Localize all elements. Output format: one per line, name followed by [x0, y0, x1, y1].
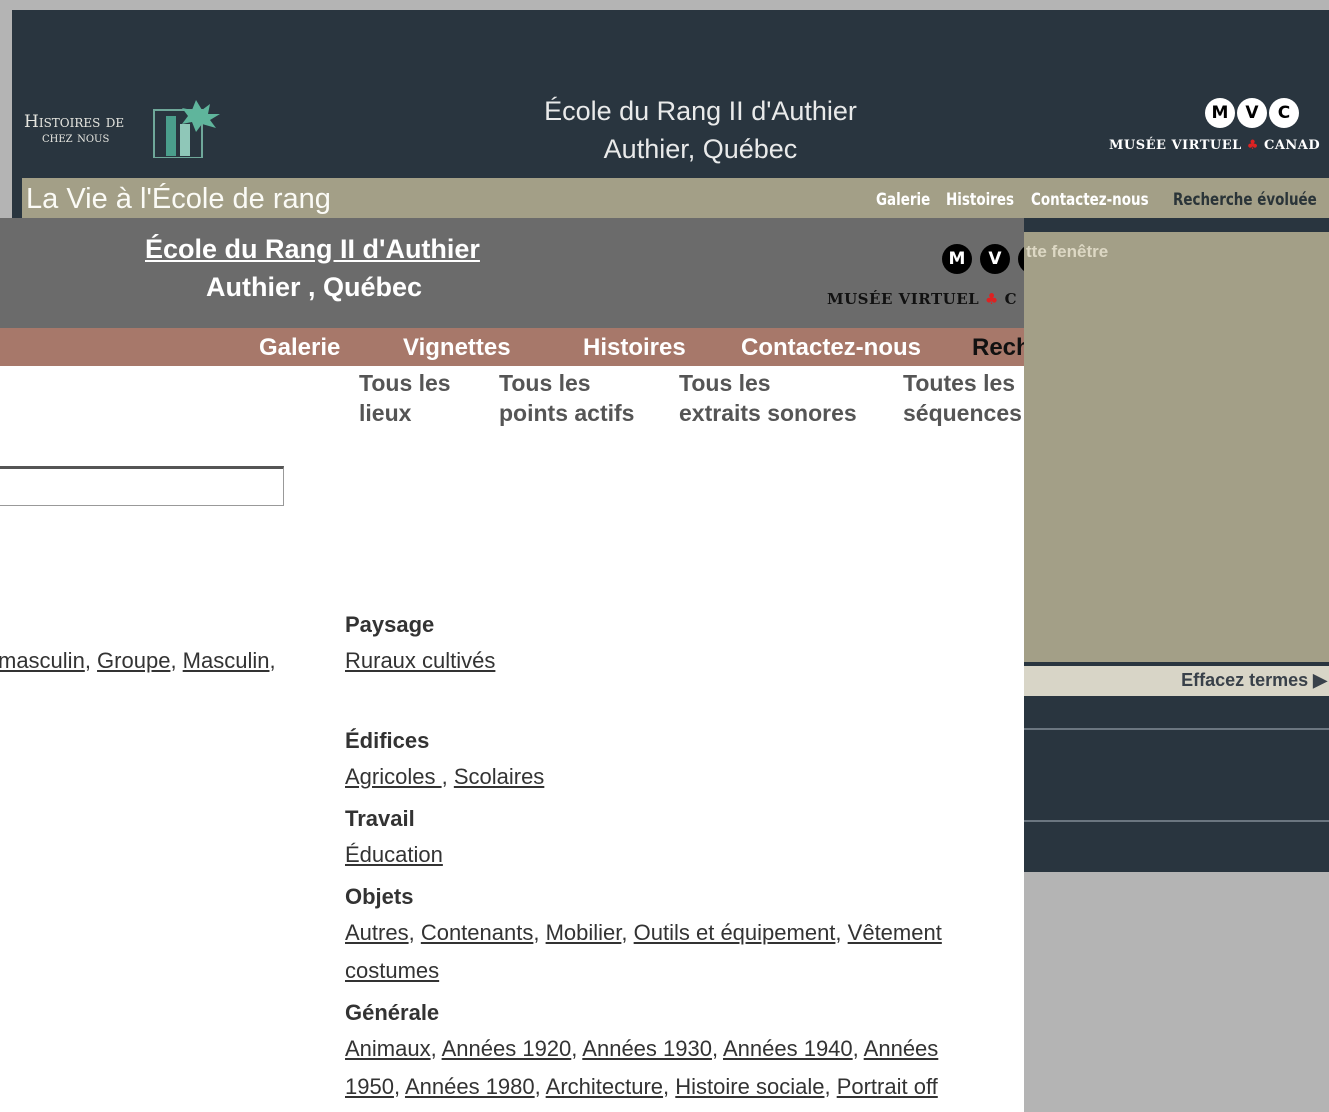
mvc-c-icon: C	[1018, 244, 1024, 274]
term-link[interactable]: costumes	[345, 958, 439, 983]
back-band-title: La Vie à l'École de rang	[26, 183, 331, 215]
back-nav: Galerie Histoires Contactez-nous Recherche …	[876, 190, 1329, 210]
category-items-travail: Éducation	[345, 842, 443, 868]
term-link[interactable]: Outils et équipement	[634, 920, 836, 945]
back-side-panel: tte fenêtre	[1024, 232, 1329, 662]
term-link[interactable]: Autres	[345, 920, 409, 945]
sublink-tous-les-points-actifs[interactable]: Tous les points actifs	[499, 368, 634, 428]
mvc-m-icon: M	[1205, 98, 1235, 128]
category-items-generale: Animaux, Années 1920, Années 1930, Année…	[345, 1036, 939, 1061]
term-link[interactable]: Agricoles	[345, 764, 442, 789]
back-panel-text: tte fenêtre	[1026, 242, 1109, 261]
divider	[1024, 820, 1329, 822]
back-header: Histoires de chez nous École du Rang II …	[12, 10, 1329, 178]
back-mvc-logo[interactable]: M V C MUSÉE VIRTUEL ♣ CANAD	[1109, 94, 1329, 164]
term-link[interactable]: Architecture	[546, 1074, 663, 1099]
sublink-line2: extraits sonores	[679, 400, 857, 426]
category-items-edifices: Agricoles , Scolaires	[345, 764, 545, 789]
sublink-line1: Tous les	[359, 370, 451, 396]
nav-galerie[interactable]: Galerie	[259, 334, 340, 362]
term-link[interactable]: Éducation	[345, 842, 443, 867]
term-link[interactable]: Ruraux cultivés	[345, 648, 495, 673]
term-link[interactable]: Années 1980	[405, 1074, 535, 1099]
sublink-line2: points actifs	[499, 400, 635, 426]
nav-recherche[interactable]: Rech	[972, 334, 1024, 362]
term-link[interactable]: Années 1940	[723, 1036, 853, 1061]
sublink-line1: Tous les	[499, 370, 591, 396]
term-link[interactable]: 1950	[345, 1074, 394, 1099]
category-heading-generale: Générale	[345, 1000, 440, 1025]
back-nav-recherche[interactable]: Recherche évoluée	[1173, 190, 1317, 210]
category-items-objets: Autres, Contenants, Mobilier, Outils et …	[345, 920, 942, 945]
category-heading-paysage: Paysage	[345, 612, 435, 637]
sublink-tous-les-extraits-sonores[interactable]: Tous les extraits sonores	[679, 368, 857, 428]
category-items-objets-cont: costumes	[345, 958, 439, 984]
category-heading-travail: Travail	[345, 806, 415, 831]
sublink-toutes-les-sequences[interactable]: Toutes les séquences	[903, 368, 1022, 428]
mvc-text-main: MUSÉE VIRTUEL	[827, 290, 980, 308]
category-heading-edifices: Édifices	[345, 728, 430, 753]
maple-leaf-icon: ♣	[984, 290, 999, 308]
mvc-c-icon: C	[1269, 98, 1299, 128]
sublink-line1: Tous les	[679, 370, 771, 396]
mvc-text: MUSÉE VIRTUEL ♣ C	[827, 290, 1017, 308]
effacez-termes-button[interactable]: Effacez termes ▶	[1181, 670, 1327, 691]
sublink-tous-les-lieux[interactable]: Tous les lieux	[359, 368, 451, 428]
back-nav-galerie[interactable]: Galerie	[876, 190, 930, 210]
nav-vignettes[interactable]: Vignettes	[403, 334, 511, 362]
category-items-generale-cont: 1950, Années 1980, Architecture, Histoir…	[345, 1074, 938, 1099]
term-link[interactable]: Vêtement	[848, 920, 942, 945]
maple-leaf-icon: ♣	[1246, 138, 1259, 153]
category-heading-objets: Objets	[345, 884, 414, 909]
mvc-m-icon: M	[942, 244, 972, 274]
category-items-paysage: Ruraux cultivés	[345, 648, 495, 674]
mvc-text-main: MUSÉE VIRTUEL	[1109, 138, 1242, 153]
effacez-bar: Effacez termes ▶	[1024, 666, 1329, 696]
term-link[interactable]: masculin	[0, 648, 85, 673]
back-title-band: La Vie à l'École de rang Galerie Histoire…	[22, 178, 1329, 218]
sublink-line2: lieux	[359, 400, 412, 426]
nav-contactez[interactable]: Contactez-nous	[741, 334, 921, 362]
term-link[interactable]: Portrait off	[837, 1074, 938, 1099]
front-header: École du Rang II d'Authier Authier , Qué…	[0, 218, 1024, 328]
sublink-line2: séquences	[903, 400, 1022, 426]
search-input[interactable]	[0, 466, 284, 506]
front-browser-window: École du Rang II d'Authier Authier , Qué…	[0, 218, 1024, 1112]
divider	[1024, 728, 1329, 730]
mvc-text-suffix: C	[1004, 290, 1018, 308]
front-nav-bar: Galerie Vignettes Histoires Contactez-no…	[0, 328, 1024, 366]
term-link[interactable]: Contenants	[421, 920, 534, 945]
term-link[interactable]: Scolaires	[454, 764, 544, 789]
mvc-text-suffix: CANAD	[1263, 138, 1321, 153]
mvc-text: MUSÉE VIRTUEL ♣ CANAD	[1109, 138, 1320, 153]
front-mvc-logo[interactable]: M V C MUSÉE VIRTUEL ♣ C	[827, 244, 1024, 314]
term-link[interactable]: Groupe	[97, 648, 170, 673]
term-link[interactable]: Mobilier	[546, 920, 622, 945]
term-link[interactable]: Animaux	[345, 1036, 431, 1061]
back-nav-contactez[interactable]: Contactez-nous	[1031, 190, 1149, 210]
nav-histoires[interactable]: Histoires	[583, 334, 686, 362]
sublink-line1: Toutes les	[903, 370, 1016, 396]
front-site-location: Authier , Québec	[206, 272, 423, 302]
mvc-v-icon: V	[1237, 98, 1267, 128]
term-link[interactable]: Années 1920	[442, 1036, 572, 1061]
back-nav-histoires[interactable]: Histoires	[946, 190, 1014, 210]
term-link[interactable]: Masculin	[183, 648, 270, 673]
front-site-title[interactable]: École du Rang II d'Authier	[145, 234, 480, 265]
left-terms-line: masculin, Groupe, Masculin,	[0, 648, 276, 673]
mvc-v-icon: V	[980, 244, 1010, 274]
term-link[interactable]: Histoire sociale	[675, 1074, 824, 1099]
term-link[interactable]: Années	[864, 1036, 939, 1061]
term-link[interactable]: Années 1930	[582, 1036, 712, 1061]
